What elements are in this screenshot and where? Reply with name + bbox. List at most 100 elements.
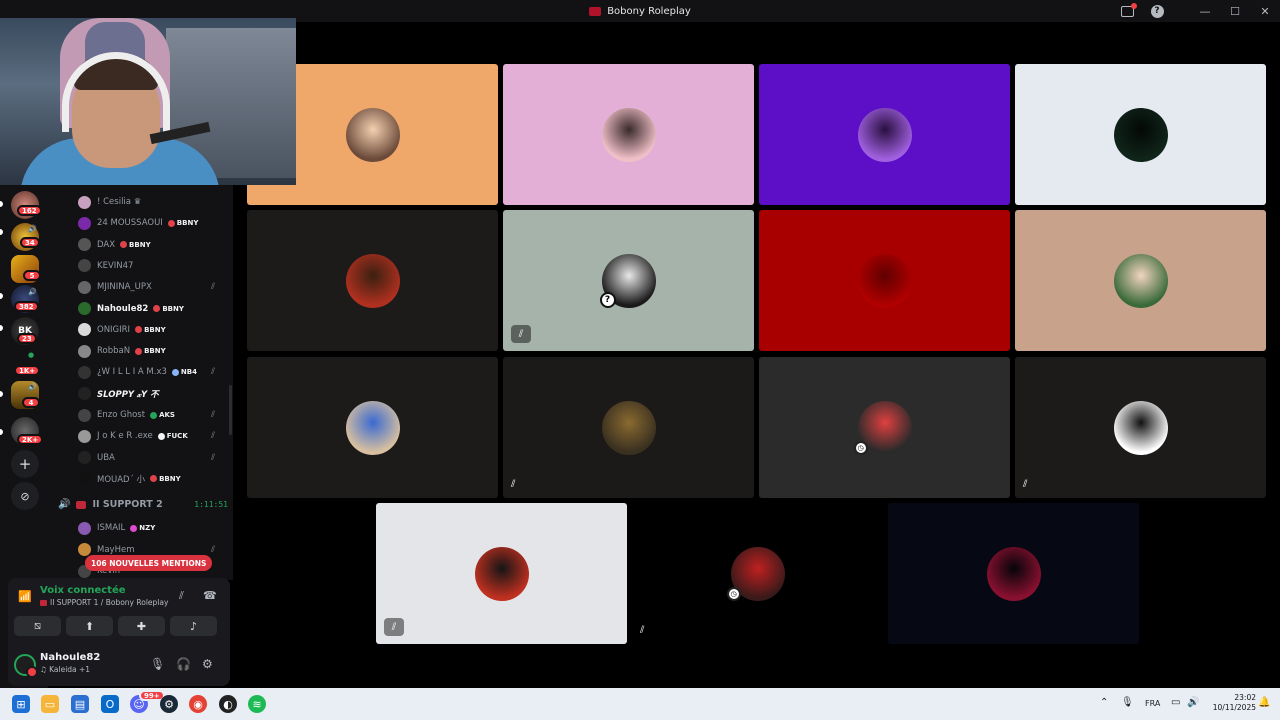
tag-icon <box>167 219 175 227</box>
member-row[interactable]: RobbaN BBNY <box>78 341 223 361</box>
chrome-icon[interactable]: ◉ <box>189 695 207 713</box>
discover-icon[interactable]: ⊘ <box>11 482 39 510</box>
member-tag: BBNY <box>150 475 181 483</box>
member-row[interactable]: ONIGIRI BBNY <box>78 320 223 340</box>
mention-badge: 5 <box>23 270 41 281</box>
mention-badge: 34 <box>20 237 40 248</box>
soundboard-button[interactable]: ♪ <box>170 616 217 636</box>
participant-avatar <box>601 400 656 455</box>
clock-time: 23:02 <box>1234 693 1256 702</box>
participant-tile[interactable]: ⫽ <box>376 503 627 644</box>
member-tag: NZY <box>130 524 155 532</box>
voice-channel-label[interactable]: II SUPPORT 1 / Bobony Roleplay <box>40 598 168 607</box>
participant-tile[interactable] <box>1015 210 1266 351</box>
user-name[interactable]: Nahoule82 <box>40 652 100 663</box>
tray-mic-icon[interactable]: 🎙 <box>1121 697 1134 708</box>
voice-channel[interactable]: 🔊 II SUPPORT 2 1:11:51 <box>58 499 228 510</box>
member-tag-text: BBNY <box>159 474 181 483</box>
deafened-icon: ⫽ <box>210 282 215 293</box>
help-icon[interactable]: ? <box>1142 0 1172 22</box>
participant-tile[interactable] <box>1015 64 1266 205</box>
language-indicator[interactable]: FRA <box>1145 699 1160 708</box>
participant-avatar: ◷ <box>853 400 912 455</box>
disconnect-icon[interactable]: ☎ <box>203 589 217 602</box>
member-row[interactable]: MJININA_UPX ⫽ <box>78 277 223 297</box>
participant-tile[interactable]: ⫽ <box>503 357 754 498</box>
notification-icon[interactable]: 🔔 <box>1258 697 1270 708</box>
participant-tile[interactable]: ? ⫽ <box>503 210 754 351</box>
spotify-icon[interactable]: ≋ <box>248 695 266 713</box>
inbox-icon[interactable] <box>1112 0 1142 22</box>
member-row[interactable]: DAX BBNY <box>78 235 223 255</box>
participant-tile[interactable] <box>247 357 498 498</box>
screen-share-button[interactable]: ⬆ <box>66 616 113 636</box>
speaker-icon: 🔊 <box>58 499 71 510</box>
add-server-icon[interactable]: + <box>11 450 39 478</box>
participant-tile[interactable] <box>503 64 754 205</box>
participant-tile[interactable] <box>247 210 498 351</box>
new-mentions-pill[interactable]: 106 NOUVELLES MENTIONS <box>85 555 213 571</box>
start-icon[interactable]: ⊞ <box>12 695 30 713</box>
participant-tile[interactable] <box>759 210 1010 351</box>
member-tag: BBNY <box>135 326 166 334</box>
participant-avatar <box>1113 400 1168 455</box>
settings-icon[interactable]: ⚙ <box>202 657 213 671</box>
tag-icon <box>171 368 179 376</box>
steam-icon[interactable]: ⚙ <box>160 695 178 713</box>
member-row[interactable]: SLOPPY 𝓍Y 不 <box>78 384 223 404</box>
participant-tile[interactable]: ◷ ⫽ <box>632 503 883 644</box>
deafened-icon: ⫽ <box>640 625 645 636</box>
deafened-icon: ⫽ <box>511 479 516 490</box>
activities-button[interactable]: ✚ <box>118 616 165 636</box>
member-avatar <box>78 280 91 294</box>
participant-tile[interactable]: ◷ <box>759 357 1010 498</box>
member-row[interactable]: Enzo Ghost AKS ⫽ <box>78 405 223 425</box>
member-row[interactable]: J o K e R .exe FUCK ⫽ <box>78 426 223 446</box>
member-avatar <box>78 451 91 465</box>
member-name: MJININA_UPX <box>97 282 152 293</box>
member-row[interactable]: MOUAD´ 小 BBNY <box>78 469 223 489</box>
minimize-icon[interactable]: — <box>1190 0 1220 22</box>
channel-timer: 1:11:51 <box>194 500 228 509</box>
user-avatar[interactable] <box>14 654 38 678</box>
member-tag: NB4 <box>171 368 197 376</box>
participant-tile[interactable]: ⫽ <box>1015 357 1266 498</box>
member-row[interactable]: ¿W I L L I A M.x3 NB4 ⫽ <box>78 362 223 382</box>
channel-scrollbar[interactable] <box>229 385 232 435</box>
speaker-icon: 🔊 <box>28 225 37 233</box>
member-row[interactable]: KEVIN47 <box>78 256 223 276</box>
maximize-icon[interactable]: ☐ <box>1220 0 1250 22</box>
headphones-icon[interactable]: 🎧 <box>176 657 191 671</box>
channel-member-row[interactable]: ISMAIL NZY <box>78 518 223 538</box>
tag-icon <box>120 241 128 249</box>
member-row[interactable]: Nahoule82 BBNY <box>78 299 223 319</box>
deafened-icon: ⫽ <box>1023 479 1028 490</box>
participant-avatar <box>986 546 1041 601</box>
member-tag: FUCK <box>157 432 188 441</box>
taskbar-clock[interactable]: 23:02 10/11/2025 <box>1200 693 1256 713</box>
member-avatar <box>78 543 91 556</box>
signal-icon[interactable]: 📶 <box>18 590 32 603</box>
noise-suppression-icon[interactable]: ⫽ <box>179 589 184 603</box>
member-tag: BBNY <box>135 347 166 355</box>
close-icon[interactable]: ✕ <box>1250 0 1280 22</box>
member-tag-text: FUCK <box>166 432 188 441</box>
deafened-icon: ⫽ <box>210 544 215 555</box>
microphone-icon[interactable]: 🎙 <box>150 657 165 671</box>
app-icon[interactable]: ◐ <box>219 695 237 713</box>
network-icon[interactable]: ▭ <box>1171 697 1180 708</box>
outlook-icon[interactable]: O <box>101 695 119 713</box>
volume-icon[interactable]: 🔊 <box>1187 697 1199 708</box>
member-tag-text: BBNY <box>129 240 151 249</box>
participant-tile[interactable] <box>888 503 1139 644</box>
participant-tile[interactable] <box>759 64 1010 205</box>
file-explorer-icon[interactable]: ▭ <box>41 695 59 713</box>
camera-button[interactable]: ⧅ <box>14 616 61 636</box>
member-row[interactable]: ! Cesilia ♛ <box>78 192 223 212</box>
idle-clock-icon: ◷ <box>726 586 741 601</box>
member-row[interactable]: UBA ⫽ <box>78 448 223 468</box>
tray-expand-icon[interactable]: ⌃ <box>1100 697 1108 708</box>
store-icon[interactable]: ▤ <box>71 695 89 713</box>
member-row[interactable]: 24 MOUSSAOUI BBNY <box>78 213 223 233</box>
mention-badge: 4 <box>22 397 40 408</box>
